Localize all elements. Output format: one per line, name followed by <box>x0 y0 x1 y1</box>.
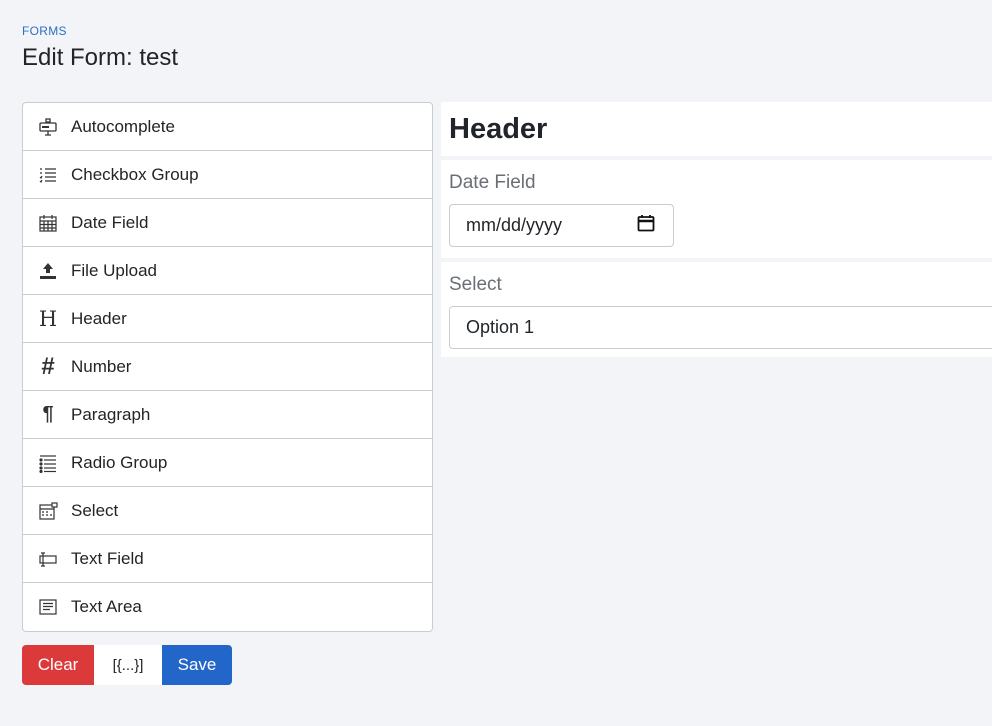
control-label: Radio Group <box>71 452 168 472</box>
control-paragraph[interactable]: ¶ Paragraph <box>23 391 432 439</box>
date-placeholder: mm/dd/yyyy <box>466 215 563 235</box>
control-label: Date Field <box>71 212 149 232</box>
stage-header-text: Header <box>449 112 548 145</box>
calendar-icon <box>37 212 59 234</box>
control-date-field[interactable]: Date Field <box>23 199 432 247</box>
header-icon: H <box>38 306 58 331</box>
control-radio-group[interactable]: Radio Group <box>23 439 432 487</box>
control-text-field[interactable]: Text Field <box>23 535 432 583</box>
autocomplete-icon <box>37 116 59 138</box>
text-area-icon <box>37 596 59 618</box>
control-label: File Upload <box>71 260 157 280</box>
page-title: Edit Form: test <box>22 44 179 71</box>
control-file-upload[interactable]: File Upload <box>23 247 432 295</box>
control-label: Select <box>71 500 119 520</box>
clear-button[interactable]: Clear <box>22 645 94 685</box>
control-label: Checkbox Group <box>71 164 199 184</box>
calendar-picker-icon[interactable] <box>637 214 655 237</box>
control-label: Paragraph <box>71 404 151 424</box>
date-field-label: Date Field <box>449 172 536 193</box>
view-json-button[interactable]: [{...}] <box>94 645 162 685</box>
checkbox-group-icon <box>37 164 59 186</box>
control-select[interactable]: Select <box>23 487 432 535</box>
control-label: Header <box>71 308 127 328</box>
text-field-icon <box>37 548 59 570</box>
control-label: Number <box>71 356 132 376</box>
stage-date-block[interactable]: Date Field mm/dd/yyyy <box>441 160 992 258</box>
breadcrumb[interactable]: FORMS <box>22 24 67 38</box>
radio-group-icon <box>37 452 59 474</box>
form-stage: Header Date Field mm/dd/yyyy Select Opti… <box>441 102 992 357</box>
date-input[interactable]: mm/dd/yyyy <box>449 204 674 247</box>
select-icon <box>37 500 59 522</box>
select-input[interactable]: Option 1 <box>449 306 992 349</box>
select-value: Option 1 <box>466 317 535 337</box>
control-checkbox-group[interactable]: Checkbox Group <box>23 151 432 199</box>
stage-select-block[interactable]: Select Option 1 <box>441 262 992 357</box>
control-label: Text Field <box>71 548 144 568</box>
save-button[interactable]: Save <box>162 645 232 685</box>
control-autocomplete[interactable]: Autocomplete <box>23 103 432 151</box>
upload-icon <box>37 260 59 282</box>
control-text-area[interactable]: Text Area <box>23 583 432 631</box>
control-label: Autocomplete <box>71 116 175 136</box>
control-label: Text Area <box>71 597 142 616</box>
paragraph-icon: ¶ <box>42 403 54 425</box>
control-number[interactable]: # Number <box>23 343 432 391</box>
stage-header-block[interactable]: Header <box>441 102 992 156</box>
control-palette: Autocomplete Checkbox Group Date Field F… <box>22 102 433 632</box>
control-header[interactable]: H Header <box>23 295 432 343</box>
hash-icon: # <box>41 352 55 380</box>
select-field-label: Select <box>449 274 502 295</box>
form-actions: Clear [{...}] Save <box>22 645 232 685</box>
